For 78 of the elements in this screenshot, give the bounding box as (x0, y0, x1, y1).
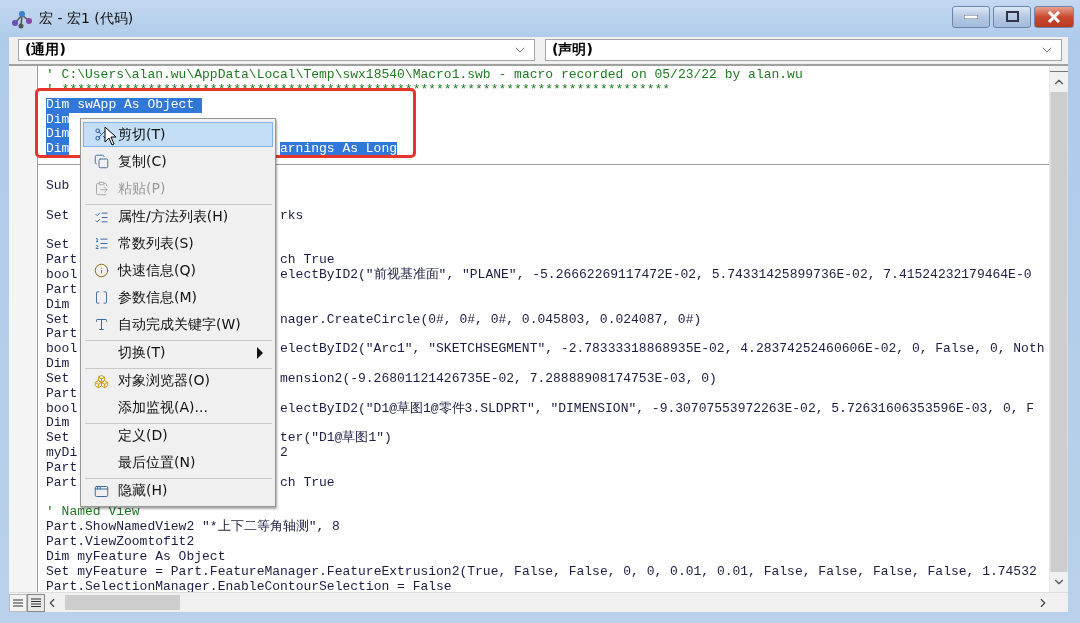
code-line: 2 (280, 446, 288, 461)
text-icon (93, 317, 109, 332)
maximize-button[interactable] (993, 5, 1031, 28)
code-line: electByID2("D1@草图1@零件3.SLDPRT", "DIMENSION", -9.30707553972263E-02, 5.72631606353596E-03, 0, F (280, 401, 1035, 417)
window-icon (93, 483, 109, 499)
code-line: Set (46, 312, 70, 328)
numbered-list-icon (93, 236, 109, 251)
menu-item[interactable]: 剪切(T) (83, 122, 273, 147)
code-line: Set (46, 431, 70, 447)
menu-item[interactable]: 切换(T) (83, 338, 273, 366)
code-line: Dim myFeature As Object (46, 550, 226, 565)
view-button[interactable] (27, 593, 45, 612)
submenu-arrow-icon (256, 347, 264, 359)
code-line: Dim (46, 357, 70, 372)
code-line: Part (46, 475, 78, 491)
code-line: Sub (46, 178, 70, 194)
menu-item[interactable]: 参数信息(M) (83, 285, 273, 310)
code-line: electByID2("前视基准面", "PLANE", -5.26662269117472E-02, 5.74331425899736E-02, 7.41524232179464E-0 (280, 267, 1032, 283)
copy-icon (93, 154, 109, 169)
minimize-button[interactable] (952, 5, 990, 28)
code-line: nager.CreateCircle(0#, 0#, 0#, 0.045803, 0.024087, 0#) (280, 312, 702, 328)
code-line: rks (280, 208, 304, 224)
menu-item[interactable]: 复制(C) (83, 149, 273, 174)
code-line: bool (46, 342, 78, 358)
splitter-bar[interactable] (1050, 66, 1068, 72)
dropdown[interactable]: (声明) (545, 39, 1062, 61)
code-line: bool (46, 267, 78, 283)
lines-icon (31, 597, 41, 608)
clipboard-icon (93, 181, 109, 196)
code-line: Set myFeature = Part.FeatureManager.FeatureExtrusion2(True, False, False, 0, 0, 0.01, 0.01, False, False, False, False, 1.74532 (46, 564, 1037, 580)
vertical-scrollbar[interactable] (1049, 66, 1068, 592)
scrollbar-thumb[interactable] (1051, 92, 1067, 572)
code-line: mension2(-9.26801121426735E-02, 7.28888908174753E-03, 0) (280, 371, 717, 387)
code-line: Part (46, 386, 78, 402)
menu-item[interactable]: 属性/方法列表(H) (83, 202, 273, 230)
menu-item[interactable]: 最后位置(N) (83, 450, 273, 475)
code-line: Part.SelectionManager.EnableContourSelection = False (46, 579, 452, 592)
close-button[interactable] (1034, 5, 1074, 28)
menu-item[interactable]: 快速信息(Q) (83, 258, 273, 283)
code-line: Dim (46, 297, 70, 313)
code-line: ch True (280, 253, 335, 268)
code-line: ter("D1@草图1") (280, 431, 392, 447)
code-line: Part.ViewZoomtofit2 (46, 535, 195, 550)
code-comment: ' Named View (46, 505, 140, 521)
code-line: Dim (46, 416, 70, 432)
close-icon (1047, 10, 1061, 23)
code-line: Part (46, 282, 78, 298)
code-line: Set (46, 371, 70, 387)
scrollbar-thumb[interactable] (65, 595, 180, 610)
maximize-icon (1005, 11, 1019, 22)
menu-item[interactable]: 定义(D) (83, 421, 273, 449)
brackets-icon (93, 290, 109, 305)
menu-item[interactable]: 对象浏览器(O) (83, 366, 273, 394)
boxes-icon (93, 373, 109, 389)
list-icon (93, 209, 109, 225)
info-icon (93, 263, 109, 278)
code-line: Set (46, 208, 70, 224)
code-line: electByID2("Arc1", "SKETCHSEGMENT", -2.78333318868935E-02, 4.28374252460606E-02, 0, False, 0, Noth (280, 342, 1045, 358)
code-line: Part (46, 327, 78, 343)
code-line: Set (46, 238, 70, 254)
dropdown[interactable]: (通用) (18, 39, 535, 61)
code-line: ch True (280, 475, 335, 491)
code-line: Part (46, 253, 78, 268)
code-line: bool (46, 401, 78, 417)
nodes-icon (11, 8, 33, 29)
menu-item[interactable]: 常数列表(S) (83, 231, 273, 256)
menu-item[interactable]: 添加监视(A)... (83, 395, 273, 420)
window-title: 宏 - 宏1 (代码) (39, 9, 134, 28)
code-line: myDi (46, 446, 78, 461)
cursor-icon (104, 126, 118, 146)
code-comment: ' C:\Users\alan.wu\AppData\Local\Temp\swx18540\Macro1.swb - macro recorded on 05/23/22 by alan.wu (46, 68, 803, 83)
menu-item[interactable]: 自动完成关键字(W) (83, 312, 273, 337)
minimize-icon (964, 14, 978, 19)
menu-item[interactable]: 隐藏(H) (83, 476, 273, 504)
code-comment: ' ****************************************************************************** (46, 82, 671, 98)
lines-icon (13, 598, 23, 607)
code-line: Part (46, 460, 78, 476)
code-line: Part.ShowNamedView2 "*上下二等角轴测", 8 (46, 520, 340, 536)
